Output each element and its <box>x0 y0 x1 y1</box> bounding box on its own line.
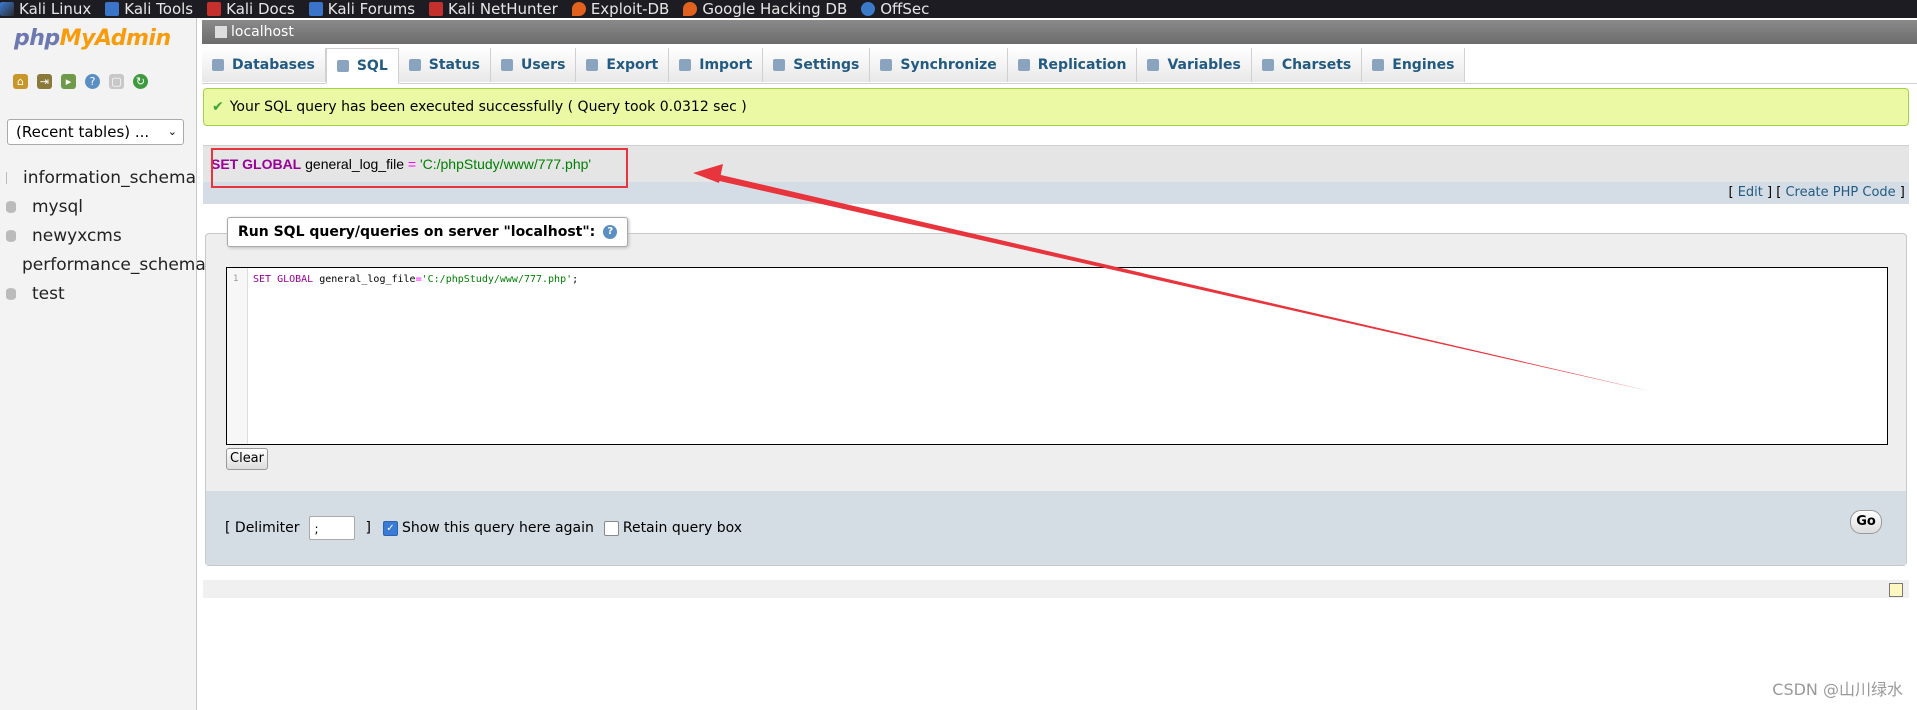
charsets-icon <box>1261 59 1274 71</box>
retain-query-checkbox[interactable] <box>603 520 619 536</box>
kali-docs-icon <box>207 2 222 16</box>
delimiter-input[interactable]: ; <box>309 516 356 540</box>
bookmark-kali-nethunter[interactable]: Kali NetHunter <box>429 2 558 17</box>
users-icon <box>500 59 513 71</box>
wrench-icon <box>773 59 786 71</box>
synchronize-icon <box>880 59 893 71</box>
home-icon[interactable]: ⌂ <box>13 74 28 89</box>
query-options-bar: [ Delimiter ; ] ✓ Show this query here a… <box>206 491 1906 565</box>
engines-icon <box>1372 59 1385 71</box>
help-icon[interactable]: ? <box>85 74 100 89</box>
query-legend: Run SQL query/queries on server "localho… <box>227 217 629 247</box>
query-window-icon[interactable]: ▸ <box>61 74 76 89</box>
tab-settings[interactable]: Settings <box>763 48 871 82</box>
recent-tables-select[interactable]: (Recent tables) ... ⌄ <box>7 119 184 145</box>
help-icon[interactable]: ? <box>603 225 618 239</box>
server-icon <box>215 26 227 38</box>
bottom-strip <box>203 580 1909 598</box>
database-icon <box>6 287 16 300</box>
logout-icon[interactable]: ⇥ <box>37 74 52 89</box>
tab-export[interactable]: Export <box>576 48 670 82</box>
tab-databases[interactable]: Databases <box>202 48 326 82</box>
show-query-checkbox[interactable]: ✓ <box>382 520 398 536</box>
chevron-down-icon: ⌄ <box>167 125 177 138</box>
kali-icon <box>0 2 14 16</box>
annotation-highlight-box <box>211 148 628 188</box>
tab-import[interactable]: Import <box>669 48 764 82</box>
go-button[interactable]: Go <box>1850 510 1882 534</box>
database-item[interactable]: newyxcms <box>0 221 196 250</box>
tab-users[interactable]: Users <box>490 48 577 82</box>
bookmarks-bar: Kali Linux Kali Tools Kali Docs Kali For… <box>0 0 1917 18</box>
kali-tools-icon <box>105 2 120 16</box>
database-icon <box>6 229 16 242</box>
clear-button[interactable]: Clear <box>226 448 268 470</box>
database-item[interactable]: performance_schema <box>0 250 206 279</box>
editor-code: SET GLOBAL general_log_file='C:/phpStudy… <box>253 274 579 285</box>
sql-query-editor[interactable]: 1 SET GLOBAL general_log_file='C:/phpStu… <box>226 267 1888 445</box>
tab-status[interactable]: Status <box>398 48 491 82</box>
database-item[interactable]: mysql <box>0 192 196 221</box>
tab-charsets[interactable]: Charsets <box>1251 48 1363 82</box>
tab-synchronize[interactable]: Synchronize <box>870 48 1008 82</box>
status-icon <box>408 59 421 71</box>
phpmyadmin-logo[interactable]: phpMyAdmin <box>14 26 171 51</box>
tab-engines[interactable]: Engines <box>1362 48 1466 82</box>
replication-icon <box>1017 59 1030 71</box>
bookmark-kali-tools[interactable]: Kali Tools <box>105 2 193 17</box>
nav-icon-row: ⌂ ⇥ ▸ ? ▢ ↻ <box>13 74 148 89</box>
edit-link[interactable]: Edit <box>1738 185 1763 200</box>
database-item[interactable]: test <box>0 279 196 308</box>
notepad-icon[interactable] <box>1889 583 1903 597</box>
nethunter-icon <box>429 2 444 16</box>
watermark: CSDN @山川绿水 <box>1772 680 1903 699</box>
database-icon <box>6 200 16 213</box>
exploitdb-icon <box>571 2 586 16</box>
reload-icon[interactable]: ↻ <box>133 74 148 89</box>
bookmark-exploit-db[interactable]: Exploit-DB <box>571 2 669 17</box>
navigation-panel: phpMyAdmin ⌂ ⇥ ▸ ? ▢ ↻ (Recent tables) .… <box>0 18 206 710</box>
create-php-code-link[interactable]: Create PHP Code <box>1785 185 1895 200</box>
kali-forums-icon <box>308 2 323 16</box>
database-list: information_schema mysql newyxcms perfor… <box>0 163 206 308</box>
tab-variables[interactable]: Variables <box>1137 48 1252 82</box>
database-icon <box>212 59 224 71</box>
tab-sql[interactable]: SQL <box>325 48 399 84</box>
bookmark-kali-docs[interactable]: Kali Docs <box>207 2 295 17</box>
editor-gutter <box>227 268 248 444</box>
bookmark-google-hacking-db[interactable]: Google Hacking DB <box>683 2 847 17</box>
tab-replication[interactable]: Replication <box>1007 48 1138 82</box>
server-breadcrumb: localhost <box>202 20 1917 44</box>
import-icon <box>679 59 692 71</box>
bookmark-kali-linux[interactable]: Kali Linux <box>0 2 91 17</box>
top-menu-tabs: Databases SQL Status Users Export Import… <box>202 48 1917 84</box>
bookmark-kali-forums[interactable]: Kali Forums <box>308 2 415 17</box>
offsec-icon <box>861 2 876 16</box>
database-icon <box>6 171 7 184</box>
database-item[interactable]: information_schema <box>0 163 196 192</box>
ghdb-icon <box>683 2 698 16</box>
success-message: ✔ Your SQL query has been executed succe… <box>203 88 1909 126</box>
documentation-icon[interactable]: ▢ <box>109 74 124 89</box>
bookmark-offsec[interactable]: OffSec <box>861 2 929 17</box>
variables-icon <box>1147 59 1160 71</box>
sql-icon <box>336 60 349 72</box>
server-link[interactable]: localhost <box>231 24 294 40</box>
checkmark-icon: ✔ <box>212 99 224 115</box>
export-icon <box>586 59 599 71</box>
